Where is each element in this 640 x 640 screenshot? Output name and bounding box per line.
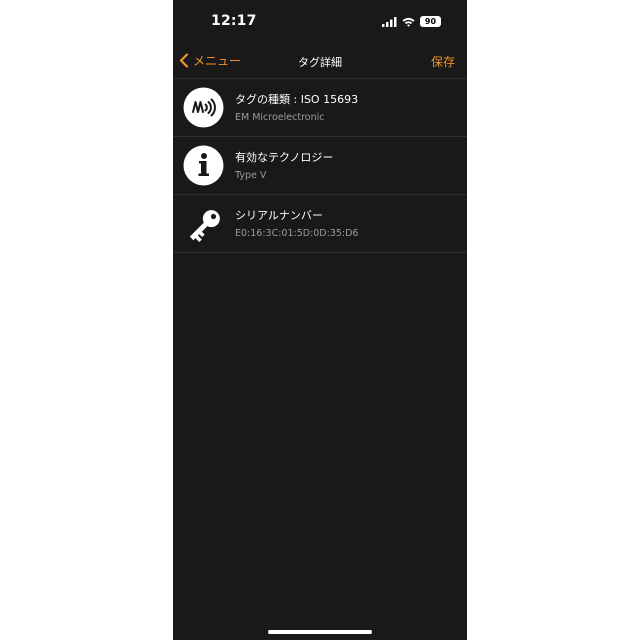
status-icons: 90: [382, 15, 441, 27]
nfc-icon: [183, 87, 224, 128]
serial-number-value: E0:16:3C:01:5D:0D:35:D6: [235, 228, 359, 239]
signal-icon: [382, 12, 397, 31]
list-item-tag-type: タグの種類 : ISO 15693 EM Microelectronic: [173, 78, 467, 136]
info-icon: [183, 145, 224, 186]
tag-detail-list: タグの種類 : ISO 15693 EM Microelectronic 有効な…: [173, 78, 467, 253]
wifi-icon: [402, 12, 415, 31]
serial-number-title: シリアルナンバー: [235, 209, 323, 222]
home-indicator[interactable]: [268, 630, 372, 634]
tag-type-title: タグの種類 : ISO 15693: [235, 93, 359, 106]
page-title: タグ詳細: [298, 56, 342, 69]
status-bar: 12:17 90: [173, 0, 467, 44]
phone-screen: 12:17 90 メニュー タグ詳細 保存 タグの種類: ISO 15693 …: [173, 0, 467, 640]
save-button[interactable]: 保存: [431, 53, 455, 70]
tag-type-manufacturer: EM Microelectronic: [235, 112, 325, 123]
key-icon: [183, 203, 224, 244]
technology-value: Type V: [235, 170, 267, 181]
list-item-technology: 有効なテクノロジー Type V: [173, 136, 467, 194]
status-time: 12:17: [211, 13, 257, 29]
battery-icon: 90: [420, 15, 441, 27]
technology-title: 有効なテクノロジー: [235, 151, 334, 164]
navigation-bar: メニュー タグ詳細 保存: [173, 44, 467, 78]
list-item-serial-number: シリアルナンバー E0:16:3C:01:5D:0D:35:D6: [173, 194, 467, 253]
